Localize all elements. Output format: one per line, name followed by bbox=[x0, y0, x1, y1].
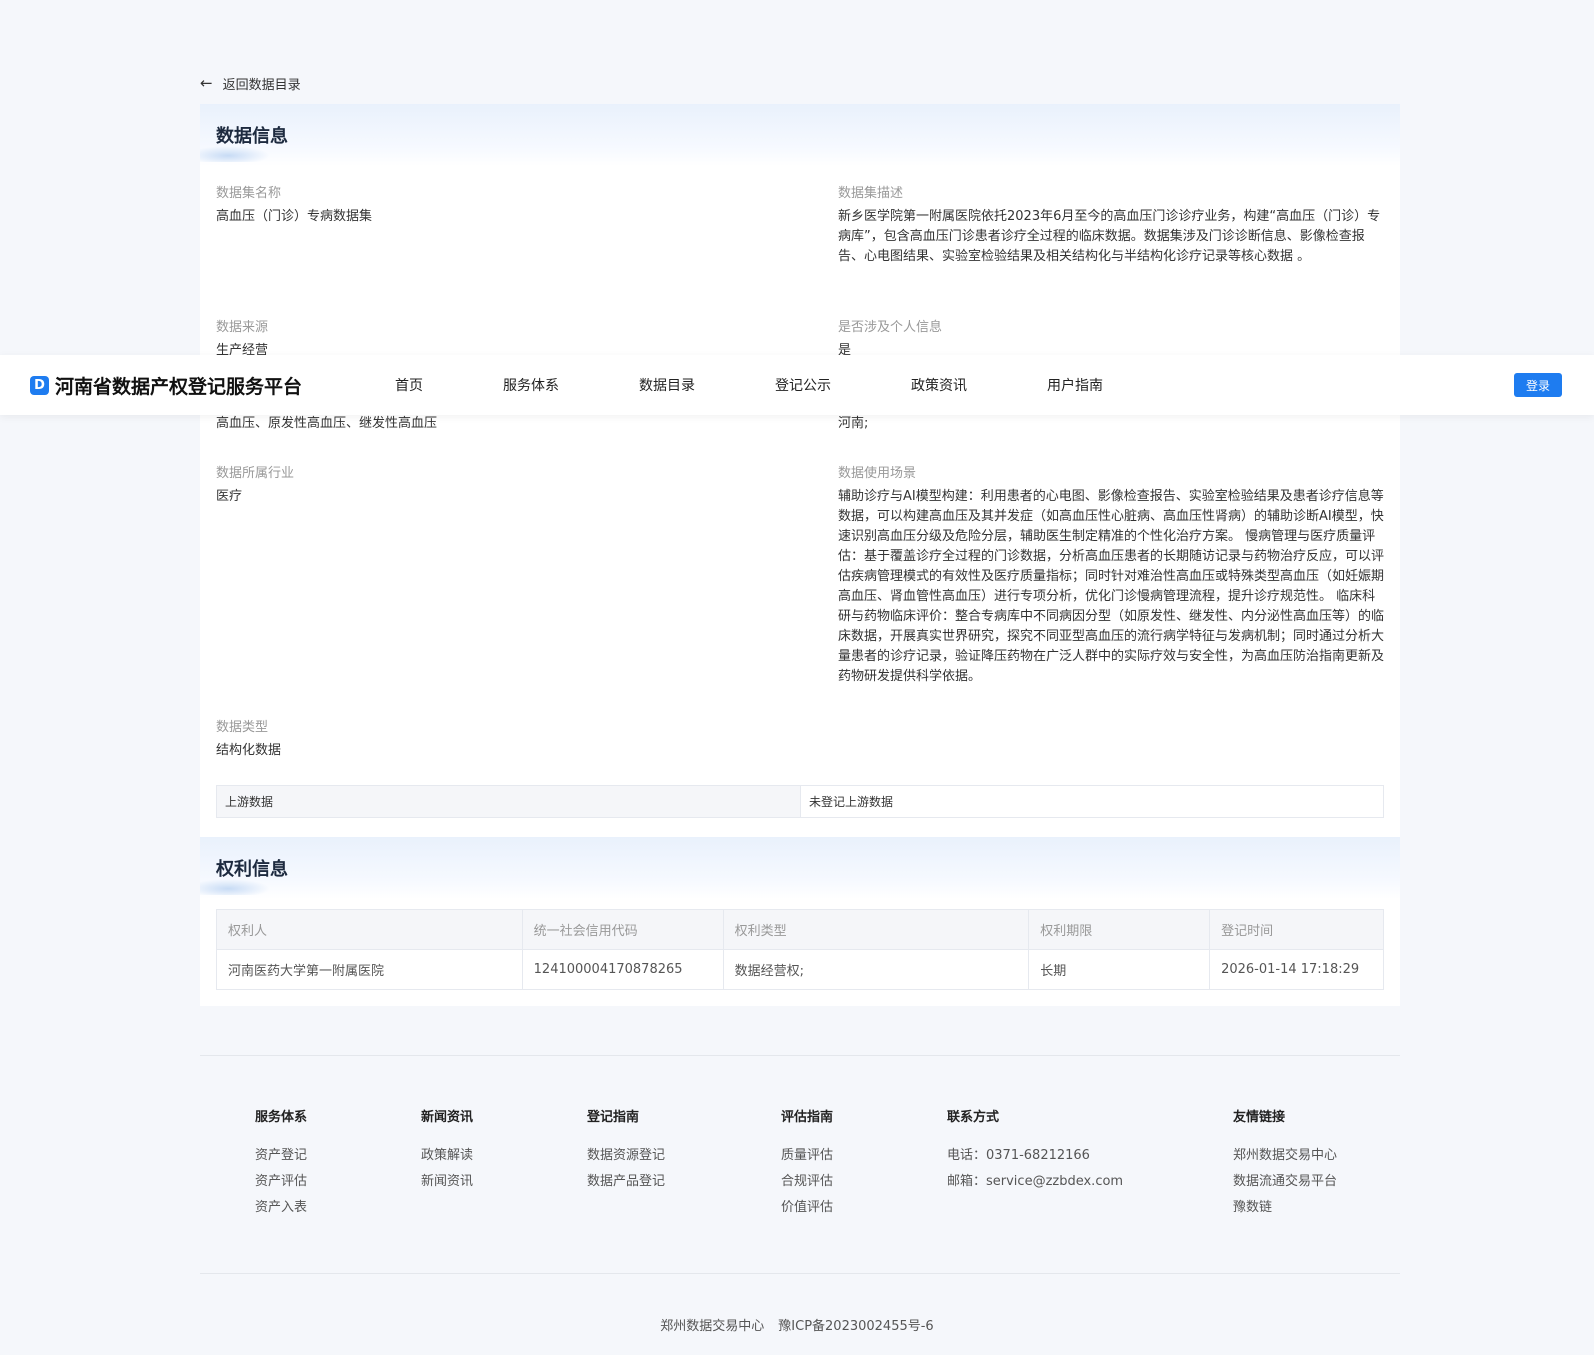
rights-info-header: 权利信息 bbox=[200, 837, 1400, 899]
column-header: 权利类型 bbox=[722, 909, 1030, 950]
upstream-data-value: 未登记上游数据 bbox=[809, 795, 894, 809]
data-info-title: 数据信息 bbox=[216, 126, 288, 147]
footer-link[interactable]: 合规评估 bbox=[781, 1169, 833, 1195]
footer-column-title: 联系方式 bbox=[947, 1110, 1000, 1125]
platform-logo-icon: D bbox=[30, 376, 49, 395]
upstream-data-label: 上游数据 bbox=[217, 786, 801, 817]
dataset-name-value: 高血压（门诊）专病数据集 bbox=[216, 209, 373, 224]
footer-link[interactable]: 数据产品登记 bbox=[587, 1169, 665, 1195]
footer-column-registration-guide: 登记指南 数据资源登记 数据产品登记 bbox=[587, 1106, 665, 1195]
industry-value: 医疗 bbox=[216, 489, 243, 504]
footer-column-service: 服务体系 资产登记 资产评估 资产入表 bbox=[255, 1106, 307, 1221]
footer-link[interactable]: 资产入表 bbox=[255, 1195, 307, 1221]
column-header: 权利期限 bbox=[1028, 909, 1211, 950]
footer-link[interactable]: 豫数链 bbox=[1233, 1195, 1337, 1221]
data-source-label: 数据来源 bbox=[216, 320, 269, 335]
dataset-description-label: 数据集描述 bbox=[838, 186, 904, 201]
footer-link[interactable]: 质量评估 bbox=[781, 1143, 833, 1169]
footer-link[interactable]: 郑州数据交易中心 bbox=[1233, 1143, 1337, 1169]
arrow-left-icon: ← bbox=[200, 73, 213, 92]
footer-column-contact: 联系方式 电话：0371-68212166 邮箱：service@zzbdex.… bbox=[947, 1106, 1123, 1195]
header-decoration bbox=[200, 146, 270, 162]
footer-link[interactable]: 资产登记 bbox=[255, 1143, 307, 1169]
icp-number[interactable]: 豫ICP备2023002455号-6 bbox=[778, 1319, 933, 1334]
personal-info-label: 是否涉及个人信息 bbox=[838, 320, 943, 335]
data-info-header: 数据信息 bbox=[200, 104, 1400, 166]
login-button[interactable]: 登录 bbox=[1514, 373, 1562, 397]
footer-column-title: 服务体系 bbox=[255, 1110, 308, 1125]
nav-item-service-system[interactable]: 服务体系 bbox=[503, 375, 559, 395]
rights-table: 权利人 统一社会信用代码 权利类型 权利期限 登记时间 河南医药大学第一附属医院… bbox=[216, 909, 1384, 990]
contact-email: 邮箱：service@zzbdex.com bbox=[947, 1174, 1124, 1189]
footer-link[interactable]: 数据资源登记 bbox=[587, 1143, 665, 1169]
rights-type-cell: 数据经营权; bbox=[722, 949, 1030, 990]
footer-column-evaluation-guide: 评估指南 质量评估 合规评估 价值评估 bbox=[781, 1106, 833, 1221]
dataset-name-label: 数据集名称 bbox=[216, 186, 282, 201]
brand-name: 河南省数据产权登记服务平台 bbox=[55, 376, 303, 398]
footer-column-news: 新闻资讯 政策解读 新闻资讯 bbox=[421, 1106, 473, 1195]
rights-term-cell: 长期 bbox=[1028, 949, 1211, 990]
copyright-bar: 郑州数据交易中心 豫ICP备2023002455号-6 bbox=[0, 1315, 1594, 1334]
column-header: 登记时间 bbox=[1209, 909, 1384, 950]
back-to-catalog-link[interactable]: ← 返回数据目录 bbox=[200, 72, 301, 94]
credit-code-cell: 124100004170878265 bbox=[521, 949, 724, 990]
rights-info-title: 权利信息 bbox=[216, 859, 288, 880]
footer-divider bbox=[200, 1055, 1400, 1056]
table-row: 河南医药大学第一附属医院 124100004170878265 数据经营权; 长… bbox=[216, 949, 1384, 990]
nav-item-data-catalog[interactable]: 数据目录 bbox=[639, 375, 695, 395]
table-header-row: 权利人 统一社会信用代码 权利类型 权利期限 登记时间 bbox=[216, 909, 1384, 950]
rights-holder-cell: 河南医药大学第一附属医院 bbox=[216, 949, 523, 990]
footer-column-title: 友情链接 bbox=[1233, 1110, 1286, 1125]
nav-item-home[interactable]: 首页 bbox=[395, 375, 423, 395]
footer-column-title: 登记指南 bbox=[587, 1110, 640, 1125]
footer-column-title: 新闻资讯 bbox=[421, 1110, 474, 1125]
column-header: 权利人 bbox=[216, 909, 523, 950]
industry-label: 数据所属行业 bbox=[216, 466, 295, 481]
usage-scenario-label: 数据使用场景 bbox=[838, 466, 917, 481]
register-time-cell: 2026-01-14 17:18:29 bbox=[1209, 949, 1384, 990]
column-header: 统一社会信用代码 bbox=[521, 909, 724, 950]
header-decoration bbox=[200, 879, 270, 895]
back-link-label: 返回数据目录 bbox=[222, 77, 301, 93]
footer-link[interactable]: 新闻资讯 bbox=[421, 1169, 473, 1195]
footer-link[interactable]: 政策解读 bbox=[421, 1143, 473, 1169]
nav-item-registration-publicity[interactable]: 登记公示 bbox=[775, 375, 831, 395]
copyright-org: 郑州数据交易中心 bbox=[660, 1319, 765, 1334]
footer-bottom-divider bbox=[200, 1273, 1400, 1274]
keywords-value: 高血压、原发性高血压、继发性高血压 bbox=[216, 416, 438, 431]
footer-column-friend-links: 友情链接 郑州数据交易中心 数据流通交易平台 豫数链 bbox=[1233, 1106, 1337, 1221]
footer-link[interactable]: 资产评估 bbox=[255, 1169, 307, 1195]
dataset-description-value: 新乡医学院第一附属医院依托2023年6月至今的高血压门诊诊疗业务，构建“高血压（… bbox=[838, 209, 1381, 264]
top-navbar: D 河南省数据产权登记服务平台 首页 服务体系 数据目录 登记公示 政策资讯 用… bbox=[0, 355, 1594, 415]
contact-phone: 电话：0371-68212166 bbox=[947, 1148, 1090, 1163]
nav-item-user-guide[interactable]: 用户指南 bbox=[1047, 375, 1103, 395]
upstream-data-table: 上游数据 未登记上游数据 bbox=[216, 785, 1384, 818]
footer-column-title: 评估指南 bbox=[781, 1110, 834, 1125]
data-type-value: 结构化数据 bbox=[216, 743, 282, 758]
nav-item-policy-news[interactable]: 政策资讯 bbox=[911, 375, 967, 395]
data-type-label: 数据类型 bbox=[216, 720, 269, 735]
brand[interactable]: D 河南省数据产权登记服务平台 bbox=[30, 372, 302, 399]
region-value: 河南; bbox=[838, 416, 869, 431]
footer-link[interactable]: 数据流通交易平台 bbox=[1233, 1169, 1337, 1195]
usage-scenario-value: 辅助诊疗与AI模型构建：利用患者的心电图、影像检查报告、实验室检验结果及患者诊疗… bbox=[838, 489, 1385, 684]
footer-link[interactable]: 价值评估 bbox=[781, 1195, 833, 1221]
